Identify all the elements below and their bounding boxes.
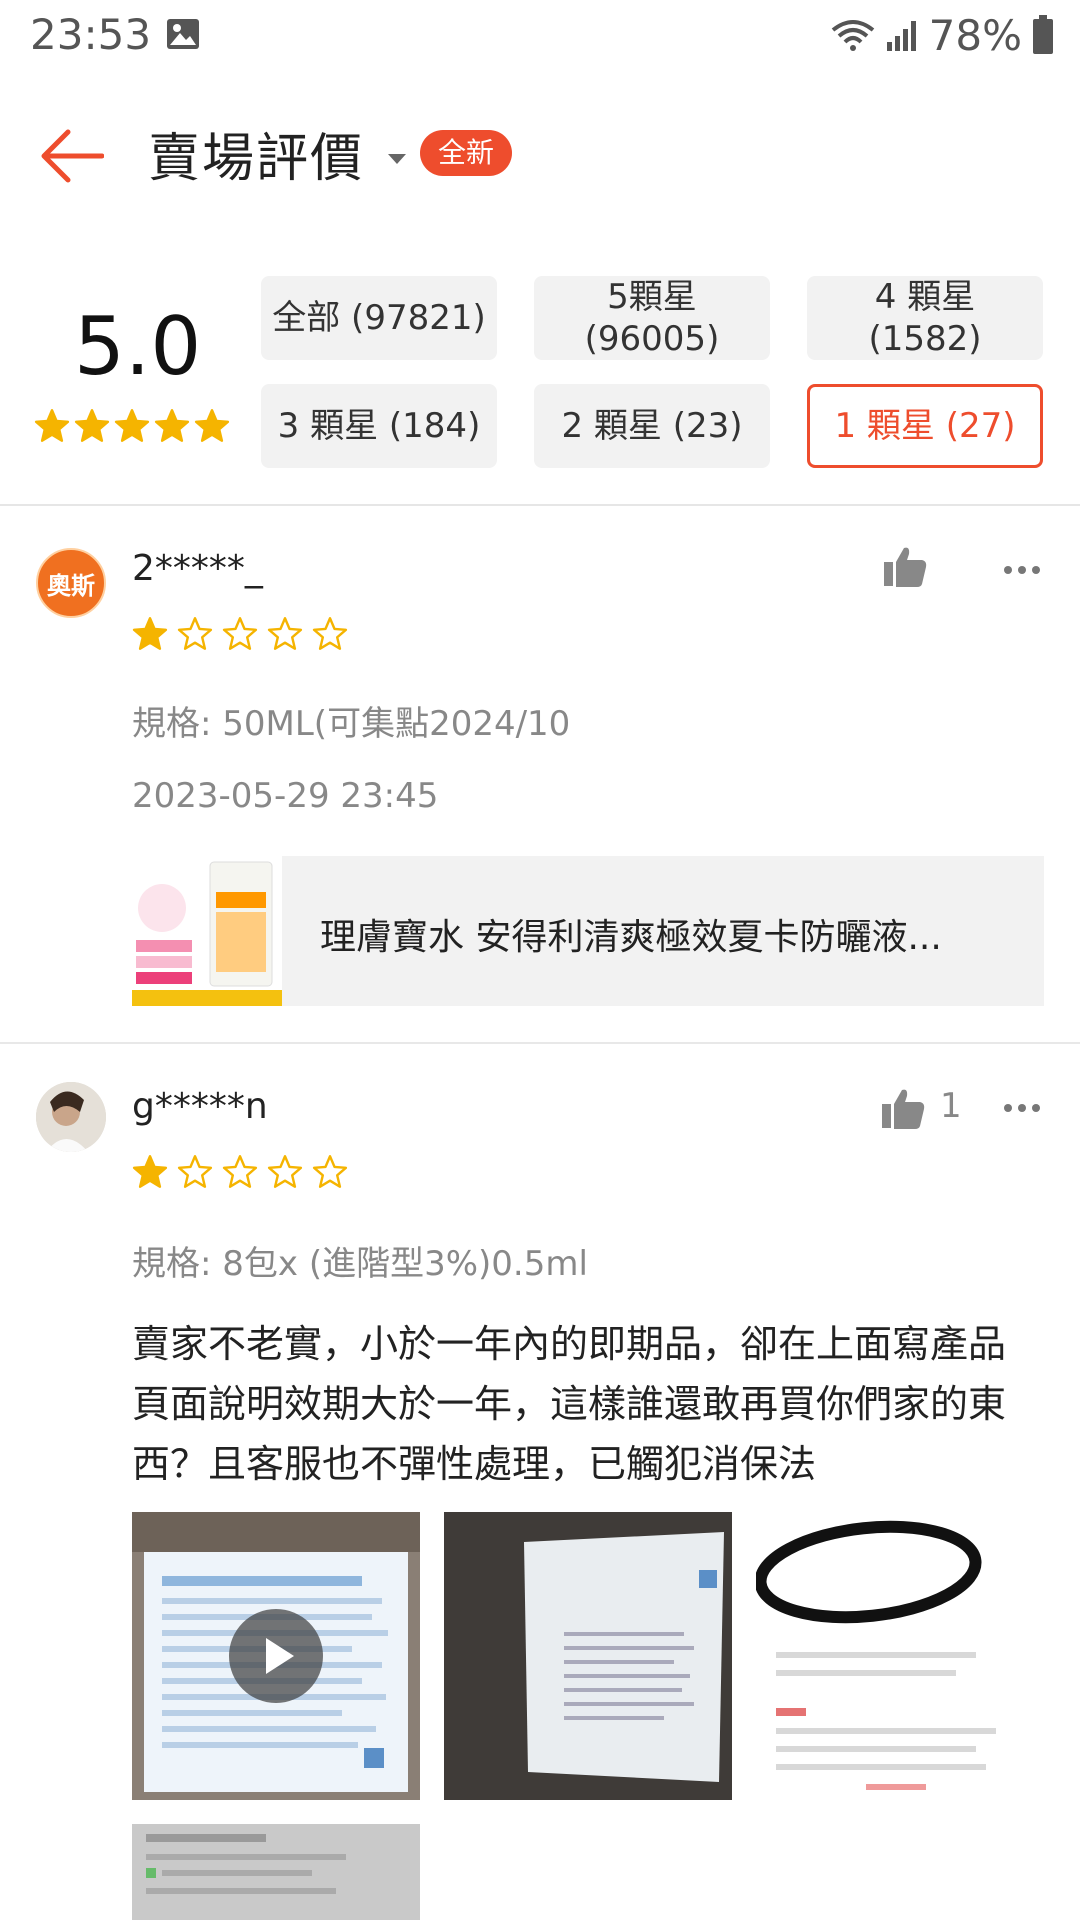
star-icon <box>312 1155 348 1188</box>
review-photo-image <box>444 1512 732 1800</box>
star-icon <box>177 617 213 650</box>
star-icon <box>267 1155 303 1188</box>
review-variation: 規格: 50ML(可集點2024/10 <box>132 704 571 744</box>
app-bar: 賣場評價 全新 <box>0 72 1080 242</box>
filter-1-star[interactable]: 1 顆星 (27) <box>807 384 1043 468</box>
battery-percent: 78% <box>928 10 1022 60</box>
thumbs-up-icon[interactable] <box>882 544 928 590</box>
wifi-icon <box>831 20 874 51</box>
status-bar: 23:53 78% <box>0 0 1080 72</box>
review-username: g*****n <box>132 1086 268 1127</box>
star-icon <box>177 1155 213 1188</box>
rating-summary: 5.0 全部 (97821) 5顆星 (96005) 4 顆星 (1582) 3 顆… <box>0 240 1080 506</box>
star-icon <box>312 617 348 650</box>
filter-3-star[interactable]: 3 顆星 (184) <box>261 384 497 468</box>
thumbs-up-icon[interactable] <box>880 1086 926 1132</box>
product-thumbnail <box>132 856 282 1006</box>
more-icon[interactable] <box>1004 566 1040 576</box>
star-icon <box>34 409 70 442</box>
review-date: 2023-05-29 23:45 <box>132 776 439 816</box>
avatar-text: 奧斯 <box>47 571 95 600</box>
star-icon <box>267 617 303 650</box>
image-icon <box>167 19 199 49</box>
new-badge: 全新 <box>420 130 513 176</box>
review-username: 2*****_ <box>132 548 263 589</box>
filter-4-star[interactable]: 4 顆星 (1582) <box>807 276 1043 360</box>
review-variation: 規格: 8包x (進階型3%)0.5ml <box>132 1244 588 1284</box>
star-icon <box>132 617 168 650</box>
review-item: g*****n 1 規格: 8包x (進階型3%)0.5ml 賣家不老實，小於一… <box>0 1044 1080 1920</box>
like-count: 1 <box>940 1086 962 1126</box>
filter-2-star[interactable]: 2 顆星 (23) <box>534 384 770 468</box>
review-stars <box>132 1154 348 1190</box>
review-photo[interactable] <box>444 1512 732 1800</box>
review-item: 奧斯 2*****_ 規格: 50ML(可集點2024/10 2023-05-2… <box>0 506 1080 1042</box>
status-time: 23:53 <box>30 10 152 59</box>
signal-icon <box>886 21 916 51</box>
avatar[interactable]: 奧斯 <box>36 548 106 618</box>
filter-5-star[interactable]: 5顆星 (96005) <box>534 276 770 360</box>
review-photo[interactable] <box>132 1824 420 1920</box>
star-icon <box>194 409 230 442</box>
star-icon <box>222 617 258 650</box>
avatar[interactable] <box>36 1082 106 1152</box>
avatar-photo <box>36 1082 106 1152</box>
review-video[interactable] <box>132 1512 420 1800</box>
dropdown-caret-icon[interactable] <box>388 154 406 164</box>
average-rating: 5.0 <box>74 300 202 393</box>
battery-icon <box>1033 15 1053 54</box>
star-icon <box>74 409 110 442</box>
back-arrow-icon[interactable] <box>38 128 104 184</box>
play-icon[interactable] <box>228 1608 324 1704</box>
review-comment: 賣家不老實，小於一年內的即期品，卻在上面寫產品頁面說明效期大於一年，這樣誰還敢再… <box>132 1322 1007 1486</box>
star-icon <box>222 1155 258 1188</box>
product-card[interactable]: 理膚寶水 安得利清爽極效夏卡防曬液... <box>132 856 1044 1006</box>
star-icon <box>154 409 190 442</box>
more-icon[interactable] <box>1004 1104 1040 1114</box>
product-name: 理膚寶水 安得利清爽極效夏卡防曬液... <box>320 917 942 958</box>
filter-all[interactable]: 全部 (97821) <box>261 276 497 360</box>
star-icon <box>132 1155 168 1188</box>
review-stars <box>132 616 348 652</box>
review-photo[interactable] <box>756 1512 1044 1800</box>
average-stars <box>34 408 230 444</box>
review-photo-image <box>132 1824 420 1920</box>
page-title[interactable]: 賣場評價 <box>148 116 364 191</box>
review-photo-image <box>756 1512 1044 1800</box>
status-right: 78% <box>831 10 1054 60</box>
star-icon <box>114 409 150 442</box>
